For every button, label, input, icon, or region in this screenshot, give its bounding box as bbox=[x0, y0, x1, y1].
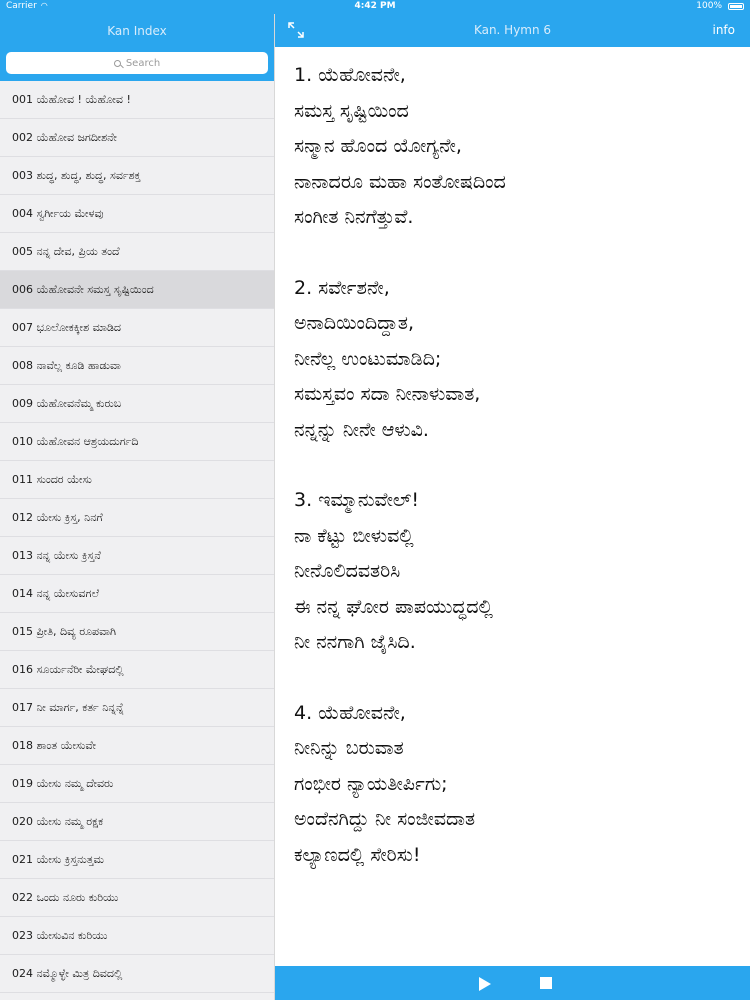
lyric-line: 3. ಇಮ್ಮಾನುವೇಲ್! bbox=[294, 489, 419, 511]
lyric-line: ನಾ ಕೆಟ್ಟು ಬೀಳುವಲ್ಲಿ bbox=[294, 524, 414, 547]
detail-navbar: Kan. Hymn 6 info bbox=[275, 14, 750, 47]
hymn-list-item[interactable]: 010 ಯೆಹೋವನ ಆಶ್ರಯದುರ್ಗದಿ bbox=[0, 423, 274, 461]
hymn-list-item[interactable]: 021 ಯೇಸು ಕ್ರಿಸ್ತನುತ್ತಮ bbox=[0, 841, 274, 879]
lyric-line: ಸಮಸ್ತ ಸೃಷ್ಟಿಯಿಂದ bbox=[294, 99, 409, 122]
lyric-line: ಸಮಸ್ತವಂ ಸದಾ ನೀನಾಳುವಾತ, bbox=[294, 383, 481, 405]
playback-toolbar bbox=[275, 966, 750, 1000]
verse: 4. ಯೆಹೋವನೇ, ನೀನಿನ್ನು ಬರುವಾತ ಗಂಭೀರ ನ್ಯಾಯತೀರ… bbox=[294, 696, 734, 874]
hymn-list-item[interactable]: 017 ನೀ ಮಾರ್ಗ, ಕರ್ತ ನಿನ್ನನ್ನೆ bbox=[0, 689, 274, 727]
hymn-list-item[interactable]: 024 ನಮ್ಮೊಳ್ಳೇ ಮಿತ್ರ ದಿವದಲ್ಲಿ bbox=[0, 955, 274, 993]
lyric-line: ಸಂಗೀತ ನಿನಗೆತ್ತುವೆ. bbox=[294, 206, 414, 228]
hymn-list-item[interactable]: 001 ಯೆಹೋವ ! ಯೆಹೋವ ! bbox=[0, 81, 274, 119]
hymn-list-item[interactable]: 003 ಶುದ್ಧ, ಶುದ್ಧ, ಶುದ್ಧ, ಸರ್ವಶಕ್ತ bbox=[0, 157, 274, 195]
lyric-line: ನಾನಾದರೂ ಮಹಾ ಸಂತೋಷದಿಂದ bbox=[294, 170, 506, 193]
hymn-list-item[interactable]: 013 ನನ್ನ ಯೇಸು ಕ್ರಿಸ್ತನೆ bbox=[0, 537, 274, 575]
hymn-list-item[interactable]: 020 ಯೇಸು ನಮ್ಮ ರಕ್ಷಕ bbox=[0, 803, 274, 841]
lyric-line: ನೀ ನನಗಾಗಿ ಜೈಸಿದಿ. bbox=[294, 631, 416, 653]
hymn-list-item[interactable]: 009 ಯೆಹೋವನೆಮ್ಮ ಕುರುಬ bbox=[0, 385, 274, 423]
hymn-lyrics: 1. ಯೆಹೋವನೇ, ಸಮಸ್ತ ಸೃಷ್ಟಿಯಿಂದ ಸನ್ಮಾನ ಹೊಂದ ಯ… bbox=[294, 58, 734, 908]
hymn-list-item[interactable]: 016 ಸೂರ್ಯನೆರೀ ಮೇಘದಲ್ಲಿ bbox=[0, 651, 274, 689]
lyric-line: 2. ಸರ್ವೇಶನೇ, bbox=[294, 276, 390, 299]
lyric-line: ಸನ್ಮಾನ ಹೊಂದ ಯೋಗ್ಯನೇ, bbox=[294, 135, 462, 157]
detail-title: Kan. Hymn 6 bbox=[473, 23, 552, 37]
play-icon[interactable] bbox=[479, 977, 491, 991]
hymn-list-item[interactable]: 022 ಒಂದು ನೂರು ಕುರಿಯು bbox=[0, 879, 274, 917]
lyric-line: ನೀನೊಲಿದವತರಿಸಿ bbox=[294, 560, 401, 582]
lyric-line: ಈ ನನ್ನ ಘೋರ ಪಾಪಯುದ್ಧದಲ್ಲಿ bbox=[294, 595, 493, 618]
status-time: 4:42 PM bbox=[354, 1, 396, 11]
hymn-list-item[interactable]: 007 ಭೂಲೋಕಕ್ಕೀಶ ಮಾಡಿದ bbox=[0, 309, 274, 347]
search-placeholder: Search bbox=[125, 57, 161, 69]
lyric-line: ನನ್ನನ್ನು ನೀನೇ ಆಳುವಿ. bbox=[294, 418, 429, 441]
search-bar: Search bbox=[0, 47, 274, 81]
sidebar-navbar: Kan Index bbox=[0, 14, 274, 47]
hymn-index-sidebar: Kan Index Search 001 ಯೆಹೋವ ! ಯೆಹೋವ ! 002 … bbox=[0, 14, 275, 1000]
hymn-list: 001 ಯೆಹೋವ ! ಯೆಹೋವ ! 002 ಯೆಹೋವ ಜಗದೀಶನೇ 003 … bbox=[0, 81, 274, 993]
lyric-line: 1. ಯೆಹೋವನೇ, bbox=[294, 64, 406, 86]
lyric-line: 4. ಯೆಹೋವನೇ, bbox=[294, 701, 406, 724]
search-input[interactable]: Search bbox=[6, 52, 268, 74]
hymn-list-item[interactable]: 015 ಪ್ರೀತಿ, ದಿವ್ಯ ರೂಪವಾಗಿ bbox=[0, 613, 274, 651]
sidebar-title: Kan Index bbox=[107, 23, 167, 38]
info-button[interactable]: info bbox=[712, 14, 735, 47]
battery-icon bbox=[728, 3, 744, 10]
lyric-line: ಅನಾದಿಯಿಂದಿದ್ದಾತ, bbox=[294, 312, 414, 334]
hymn-list-item[interactable]: 011 ಸುಂದರ ಯೇಸು bbox=[0, 461, 274, 499]
hymn-list-item[interactable]: 019 ಯೇಸು ನಮ್ಮ ದೇವರು bbox=[0, 765, 274, 803]
status-bar: Carrier ◠ 4:42 PM 100% bbox=[0, 0, 750, 14]
hymn-list-item[interactable]: 012 ಯೇಸು ಕ್ರಿಸ್ತ, ನಿನಗೆ bbox=[0, 499, 274, 537]
verse: 2. ಸರ್ವೇಶನೇ, ಅನಾದಿಯಿಂದಿದ್ದಾತ, ನೀನೆಲ್ಲ ಉಂಟು… bbox=[294, 271, 734, 449]
hymn-list-item[interactable]: 014 ನನ್ನ ಯೇಸುವಗಲೆ bbox=[0, 575, 274, 613]
hymn-list-item[interactable]: 004 ಸ್ವರ್ಗೀಯ ಮೇಳವು bbox=[0, 195, 274, 233]
verse: 3. ಇಮ್ಮಾನುವೇಲ್! ನಾ ಕೆಟ್ಟು ಬೀಳುವಲ್ಲಿ ನೀನೊಲಿ… bbox=[294, 483, 734, 661]
hymn-list-item[interactable]: 005 ನನ್ನ ದೇವ, ಪ್ರಿಯ ತಂದೆ bbox=[0, 233, 274, 271]
lyric-line: ಕಲ್ಯಾಣದಲ್ಲಿ ಸೇರಿಸು! bbox=[294, 843, 421, 866]
hymn-list-item[interactable]: 018 ಶಾಂತ ಯೇಸುವೇ bbox=[0, 727, 274, 765]
lyric-line: ನೀನಿನ್ನು ಬರುವಾತ bbox=[294, 737, 404, 759]
hymn-list-item[interactable]: 008 ನಾವೆಲ್ಲ ಕೂಡಿ ಹಾಡುವಾ bbox=[0, 347, 274, 385]
hymn-list-item[interactable]: 002 ಯೆಹೋವ ಜಗದೀಶನೇ bbox=[0, 119, 274, 157]
lyric-line: ನೀನೆಲ್ಲ ಉಂಟುಮಾಡಿದಿ; bbox=[294, 347, 442, 370]
lyric-line: ಗಂಭೀರ ನ್ಯಾಯತೀರ್ಪಿಗು; bbox=[294, 772, 448, 795]
lyric-line: ಅಂದೆನಗಿದ್ದು ನೀ ಸಂಜೀವದಾತ bbox=[294, 808, 476, 830]
verse: 1. ಯೆಹೋವನೇ, ಸಮಸ್ತ ಸೃಷ್ಟಿಯಿಂದ ಸನ್ಮಾನ ಹೊಂದ ಯ… bbox=[294, 58, 734, 236]
battery-percent: 100% bbox=[696, 1, 722, 11]
search-icon bbox=[113, 59, 121, 67]
hymn-list-item[interactable]: 006 ಯೆಹೋವನೇ ಸಮಸ್ತ ಸೃಷ್ಟಿಯಿಂದ bbox=[0, 271, 274, 309]
hymn-list-item[interactable]: 023 ಯೇಸುವಿನ ಕುರಿಯು bbox=[0, 917, 274, 955]
stop-icon[interactable] bbox=[540, 977, 552, 989]
